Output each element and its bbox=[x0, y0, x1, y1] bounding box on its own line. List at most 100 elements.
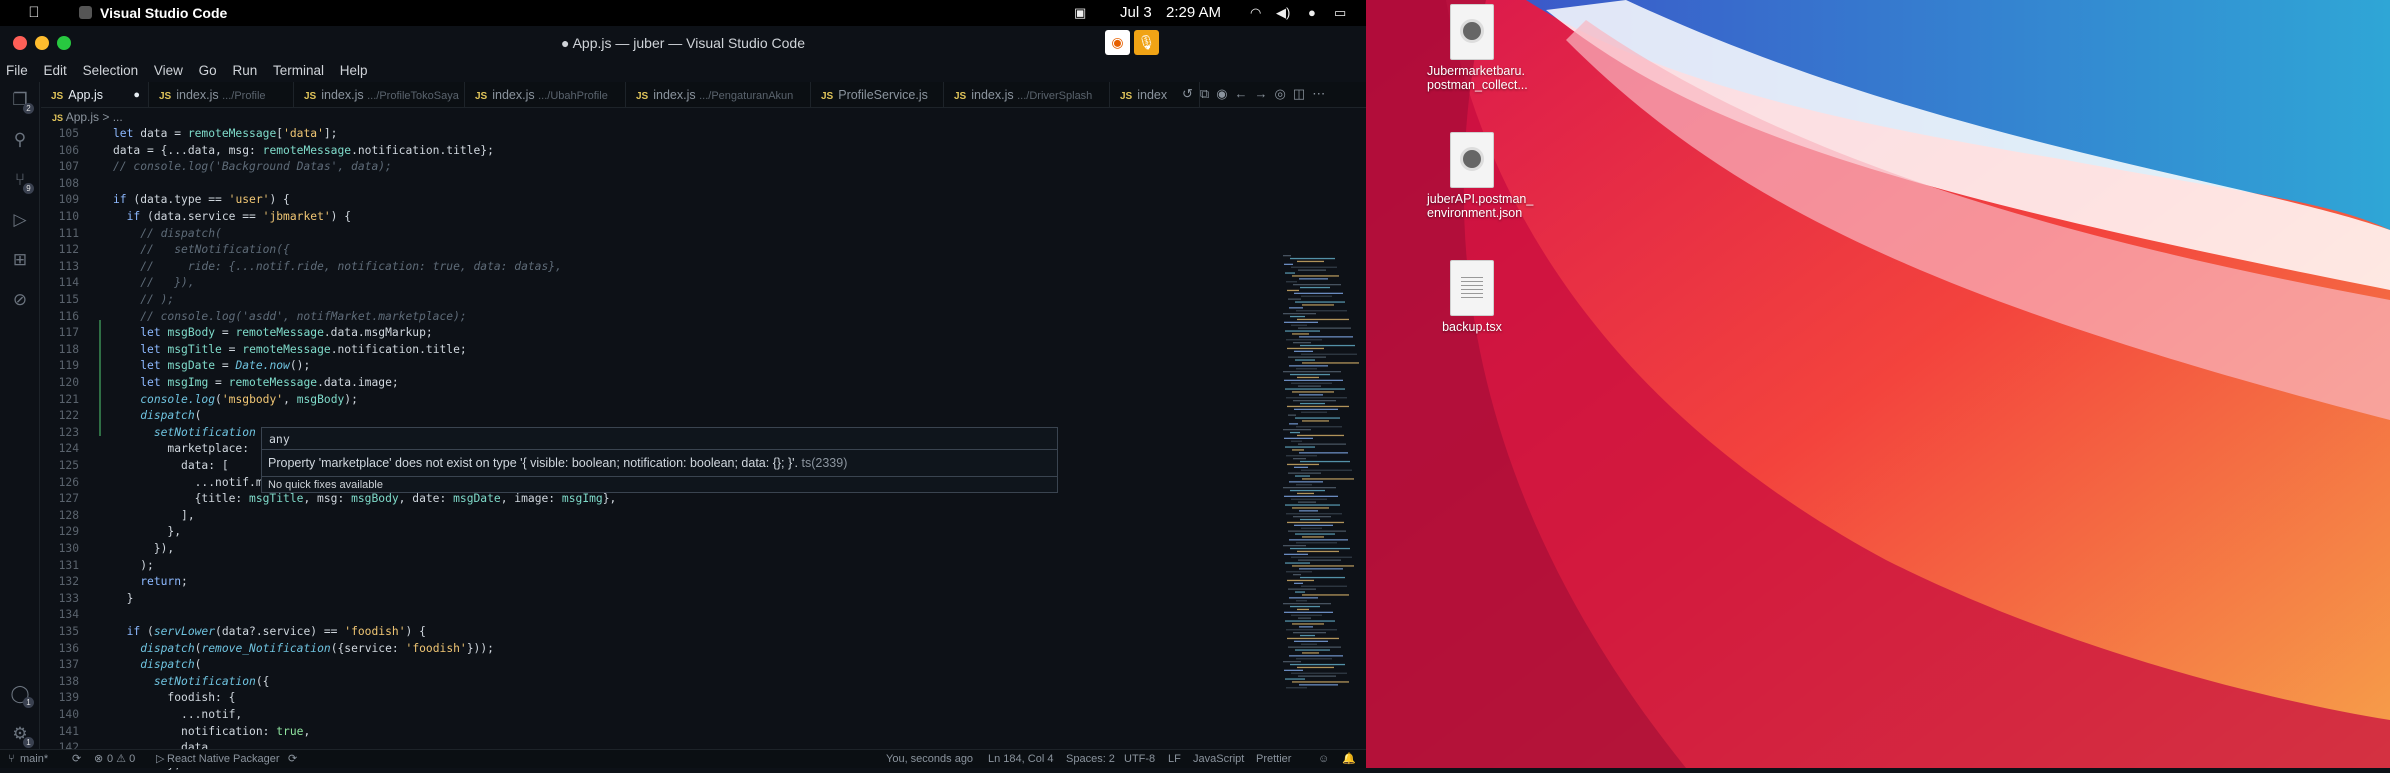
back-icon[interactable]: ← bbox=[1235, 86, 1255, 101]
git-branch[interactable]: main* bbox=[20, 750, 48, 768]
code-line[interactable]: 105 let data = remoteMessage['data']; bbox=[41, 126, 338, 142]
code-line[interactable]: 139 foodish: { bbox=[41, 690, 236, 706]
code-line[interactable]: 127 {title: msgTitle, msg: msgBody, date… bbox=[41, 491, 617, 507]
compare-icon[interactable]: ⧉ bbox=[1200, 86, 1216, 101]
tab-index-pengaturanakun[interactable]: JS index.js .../PengaturanAkun bbox=[626, 82, 811, 107]
tab-index-profiletokosaya[interactable]: JS index.js .../ProfileTokoSaya bbox=[294, 82, 465, 107]
minimize-window-button[interactable] bbox=[35, 36, 49, 50]
code-line[interactable]: 109 if (data.type == 'user') { bbox=[41, 192, 290, 208]
tab-index-profile[interactable]: JS index.js .../Profile bbox=[149, 82, 294, 107]
code-line[interactable]: 118 let msgTitle = remoteMessage.notific… bbox=[41, 342, 467, 358]
menubar-date[interactable]: Jul 3 bbox=[1120, 0, 1152, 26]
code-line[interactable]: 107 // console.log('Background Datas', da… bbox=[41, 159, 392, 175]
code-line[interactable]: 121 console.log('msgbody', msgBody); bbox=[41, 392, 358, 408]
settings-gear-icon[interactable]: ⚙ 1 bbox=[8, 722, 34, 748]
battery-icon[interactable]: ▭ bbox=[1334, 0, 1346, 26]
code-line[interactable]: 115 // ); bbox=[41, 292, 175, 308]
extensions-icon[interactable]: ⊞ bbox=[8, 248, 32, 272]
menu-edit[interactable]: Edit bbox=[38, 60, 73, 82]
forward-icon[interactable]: → bbox=[1255, 86, 1275, 101]
branch-icon[interactable]: ⑂ bbox=[8, 750, 15, 768]
cursor-position[interactable]: Ln 184, Col 4 bbox=[988, 750, 1053, 768]
code-line[interactable]: 130 }), bbox=[41, 541, 175, 557]
more-actions-icon[interactable]: ⋯ bbox=[1312, 86, 1332, 101]
problems-count[interactable]: 0 ⚠ 0 bbox=[107, 750, 135, 768]
window-icon[interactable]: ▣ bbox=[1074, 0, 1086, 26]
sync-icon[interactable]: ⟳ bbox=[288, 750, 297, 768]
zoom-window-button[interactable] bbox=[57, 36, 71, 50]
search-icon[interactable]: ⚲ bbox=[8, 128, 32, 152]
react-native-packager[interactable]: React Native Packager bbox=[167, 750, 280, 768]
code-line[interactable]: 132 return; bbox=[41, 574, 188, 590]
code-line[interactable]: 131 ); bbox=[41, 558, 154, 574]
menubar-app-name[interactable]: Visual Studio Code bbox=[100, 0, 227, 26]
breadcrumb-file[interactable]: App.js bbox=[66, 110, 99, 124]
code-line[interactable]: 128 ], bbox=[41, 508, 195, 524]
menu-terminal[interactable]: Terminal bbox=[267, 60, 330, 82]
desktop-file-backup-tsx[interactable]: backup.tsx bbox=[1427, 260, 1517, 334]
tab-profileservice[interactable]: JS ProfileService.js bbox=[811, 82, 944, 107]
code-line[interactable]: 120 let msgImg = remoteMessage.data.imag… bbox=[41, 375, 399, 391]
code-line[interactable]: 124 marketplace: bbox=[41, 441, 249, 457]
code-line[interactable]: 116 // console.log('asdd', notifMarket.m… bbox=[41, 309, 467, 325]
wifi-icon[interactable]: ◠ bbox=[1250, 0, 1261, 26]
unsaved-dot-icon[interactable]: ● bbox=[133, 82, 140, 107]
code-line[interactable]: 112 // setNotification({ bbox=[41, 242, 290, 258]
breadcrumb-rest[interactable]: > ... bbox=[99, 110, 122, 124]
code-line[interactable]: 111 // dispatch( bbox=[41, 226, 222, 242]
menu-help[interactable]: Help bbox=[334, 60, 374, 82]
apple-icon[interactable]:  bbox=[24, 0, 44, 26]
code-line[interactable]: 119 let msgDate = Date.now(); bbox=[41, 358, 311, 374]
code-line[interactable]: 133 } bbox=[41, 591, 134, 607]
sync-icon[interactable]: ⟳ bbox=[72, 750, 81, 768]
code-line[interactable]: 141 notification: true, bbox=[41, 724, 311, 740]
code-line[interactable]: 108 bbox=[41, 176, 113, 192]
accounts-icon[interactable]: ◯ 1 bbox=[8, 682, 34, 708]
mic-button[interactable]: 🎙 bbox=[1134, 30, 1159, 55]
code-line[interactable]: 110 if (data.service == 'jbmarket') { bbox=[41, 209, 351, 225]
menu-view[interactable]: View bbox=[148, 60, 189, 82]
language-mode[interactable]: JavaScript bbox=[1193, 750, 1244, 768]
tab-index-driversplash[interactable]: JS index.js .../DriverSplash bbox=[944, 82, 1110, 107]
toggle-icon[interactable]: ◎ bbox=[1275, 86, 1293, 101]
feedback-icon[interactable]: ☺ bbox=[1318, 750, 1329, 768]
code-line[interactable]: 129 }, bbox=[41, 524, 181, 540]
encoding[interactable]: UTF-8 bbox=[1124, 750, 1155, 768]
code-line[interactable]: 140 ...notif, bbox=[41, 707, 243, 723]
hover-error-code[interactable]: ts(2339) bbox=[802, 456, 848, 470]
firefox-icon[interactable]: ◉ bbox=[1105, 30, 1130, 55]
code-line[interactable]: 137 dispatch( bbox=[41, 657, 202, 673]
code-line[interactable]: 135 if (servLower(data?.service) == 'foo… bbox=[41, 624, 426, 640]
prettier-status[interactable]: Prettier bbox=[1256, 750, 1291, 768]
code-line[interactable]: 123 setNotification bbox=[41, 425, 256, 441]
code-line[interactable]: 134 bbox=[41, 607, 113, 623]
menu-selection[interactable]: Selection bbox=[77, 60, 145, 82]
desktop-file-postman-environment[interactable]: juberAPI.postman_ environment.json bbox=[1427, 132, 1533, 220]
git-blame[interactable]: You, seconds ago bbox=[886, 750, 973, 768]
code-line[interactable]: 114 // }), bbox=[41, 275, 195, 291]
code-line[interactable]: 138 setNotification({ bbox=[41, 674, 270, 690]
run-debug-icon[interactable]: ▷ bbox=[8, 208, 32, 232]
notifications-bell-icon[interactable]: 🔔 bbox=[1342, 750, 1356, 768]
code-line[interactable]: 122 dispatch( bbox=[41, 408, 202, 424]
mic-icon[interactable]: ● bbox=[1308, 0, 1316, 26]
desktop-file-postman-collection[interactable]: Jubermarketbaru. postman_collect... bbox=[1427, 4, 1528, 92]
close-window-button[interactable] bbox=[13, 36, 27, 50]
menu-go[interactable]: Go bbox=[193, 60, 223, 82]
code-line[interactable]: 136 dispatch(remove_Notification({servic… bbox=[41, 641, 494, 657]
menu-file[interactable]: File bbox=[0, 60, 34, 82]
eol[interactable]: LF bbox=[1168, 750, 1181, 768]
tab-app-js[interactable]: JS App.js ● bbox=[41, 82, 149, 107]
breadcrumb[interactable]: JS App.js > ... bbox=[52, 108, 123, 126]
history-icon[interactable]: ↺ bbox=[1182, 86, 1200, 101]
code-line[interactable]: 113 // ride: {...notif.ride, notificatio… bbox=[41, 259, 562, 275]
menu-run[interactable]: Run bbox=[226, 60, 263, 82]
git-commit-icon[interactable]: ◉ bbox=[1216, 86, 1234, 101]
tab-index-ubahprofile[interactable]: JS index.js .../UbahProfile bbox=[465, 82, 626, 107]
indentation[interactable]: Spaces: 2 bbox=[1066, 750, 1115, 768]
remote-explorer-icon[interactable]: ⊘ bbox=[8, 288, 32, 312]
volume-icon[interactable]: ◀) bbox=[1276, 0, 1290, 26]
menubar-time[interactable]: 2:29 AM bbox=[1166, 0, 1221, 26]
source-control-icon[interactable]: ⑂ 9 bbox=[8, 168, 34, 194]
explorer-icon[interactable]: ❐ 2 bbox=[8, 88, 34, 114]
